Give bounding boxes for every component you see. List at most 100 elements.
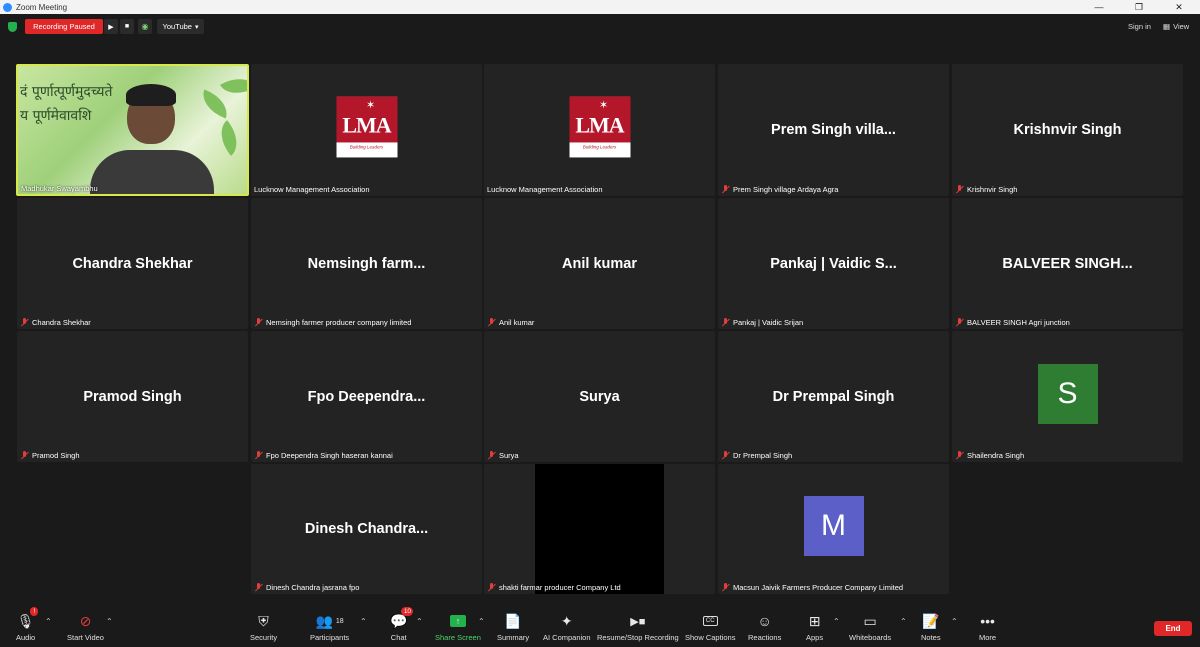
window-titlebar: Zoom Meeting — ❐ ✕ <box>0 0 1200 14</box>
tile-name-label: Pramod Singh <box>20 451 80 460</box>
participant-tile[interactable]: Krishnvir Singh Krishnvir Singh <box>952 64 1183 196</box>
mic-muted-icon <box>487 583 496 592</box>
ai-companion-button[interactable]: ✦ AI Companion <box>543 611 591 643</box>
participant-display-name: Dinesh Chandra... <box>304 521 429 537</box>
apps-icon: ⊞ <box>808 612 821 629</box>
avatar-initial: S <box>1057 376 1078 410</box>
chat-options-chevron-icon[interactable]: ⌃ <box>416 617 423 626</box>
stop-icon: ■ <box>124 23 130 30</box>
whiteboards-button[interactable]: ▭ Whiteboards <box>849 611 891 643</box>
recording-controls-icon: ▶■ <box>630 615 646 628</box>
security-button[interactable]: ⛨ Security <box>250 611 277 643</box>
youtube-stream-button[interactable]: YouTube ▾ <box>157 19 204 34</box>
participant-tile[interactable]: shakti farmar producer Company Ltd <box>484 464 715 594</box>
participant-avatar: S <box>1037 363 1098 424</box>
tile-name-label: Fpo Deependra Singh haseran kannai <box>254 451 393 460</box>
leaf-decoration <box>220 69 247 103</box>
youtube-label: YouTube <box>162 22 192 31</box>
end-meeting-button[interactable]: End <box>1154 621 1192 636</box>
share-screen-button[interactable]: ↑ Share Screen <box>435 611 481 642</box>
participant-tile[interactable]: ✶ LMA Building Leaders Lucknow Managemen… <box>251 64 482 196</box>
tile-name-label: Surya <box>487 451 519 460</box>
participant-tile[interactable]: Dinesh Chandra... Dinesh Chandra jasrana… <box>251 464 482 594</box>
stop-recording-button[interactable]: ■ <box>120 19 134 34</box>
video-options-chevron-icon[interactable]: ⌃ <box>106 617 113 626</box>
mic-muted-icon <box>721 583 730 592</box>
minimize-icon[interactable]: — <box>1082 0 1116 14</box>
tile-name-label: Madhukar Swayambhu <box>21 184 98 193</box>
participant-tile[interactable]: Chandra Shekhar Chandra Shekhar <box>17 198 248 329</box>
tile-name-label: shakti farmar producer Company Ltd <box>487 583 621 592</box>
participant-tile[interactable]: M Macsun Jaivik Farmers Producer Company… <box>718 464 949 594</box>
participant-tile[interactable]: S Shailendra Singh <box>952 331 1183 462</box>
tile-name-label: BALVEER SINGH Agri junction <box>955 318 1070 327</box>
audio-options-chevron-icon[interactable]: ⌃ <box>45 617 52 626</box>
participant-display-name: Nemsingh farm... <box>307 255 426 272</box>
participant-tile[interactable]: Surya Surya <box>484 331 715 462</box>
view-button[interactable]: ▦ View <box>1163 22 1189 31</box>
participant-avatar: M <box>803 496 864 556</box>
livestream-icon: ◉ <box>141 22 149 31</box>
participant-tile[interactable]: Pramod Singh Pramod Singh <box>17 331 248 462</box>
livestream-button[interactable]: ◉ <box>138 19 152 34</box>
sparkle-icon: ✦ <box>560 612 573 629</box>
participant-tile[interactable]: Pankaj | Vaidic S... Pankaj | Vaidic Sri… <box>718 198 949 329</box>
chat-button[interactable]: 💬 10 Chat <box>390 607 414 642</box>
video-overlay-text-line2: य पूर्णमेवावशि <box>20 108 92 124</box>
tile-name-label: Pankaj | Vaidic Srijan <box>721 318 803 327</box>
mic-muted-icon <box>955 185 964 194</box>
participants-button[interactable]: 👥 18 Participants <box>310 611 349 643</box>
recording-status-pill[interactable]: Recording Paused <box>25 19 103 34</box>
active-speaker-video-tile[interactable]: दं पूर्णात्पूर्णमुदच्यते य पूर्णमेवावशि … <box>16 64 249 196</box>
summary-icon: 📄 <box>504 612 522 629</box>
participant-tile[interactable]: Nemsingh farm... Nemsingh farmer produce… <box>251 198 482 329</box>
sign-in-link[interactable]: Sign in <box>1128 22 1151 31</box>
close-icon[interactable]: ✕ <box>1162 0 1196 14</box>
participant-tile[interactable]: Fpo Deependra... Fpo Deependra Singh has… <box>251 331 482 462</box>
reactions-icon: ☺ <box>757 613 772 629</box>
tile-name-label: Shailendra Singh <box>955 451 1024 460</box>
participant-tile[interactable]: Anil kumar Anil kumar <box>484 198 715 329</box>
whiteboard-icon: ▭ <box>863 612 877 629</box>
recording-status-text: Recording Paused <box>33 22 95 31</box>
participant-display-name: Krishnvir Singh <box>1013 122 1122 138</box>
participant-display-name: Dr Prempal Singh <box>772 388 895 405</box>
participant-tile[interactable]: Prem Singh villa... Prem Singh village A… <box>718 64 949 196</box>
share-options-chevron-icon[interactable]: ⌃ <box>478 617 485 626</box>
summary-button[interactable]: 📄 Summary <box>497 611 529 643</box>
mic-muted-icon <box>721 185 730 194</box>
resume-recording-button[interactable]: ▶ <box>104 19 118 34</box>
view-label: View <box>1173 22 1190 31</box>
maximize-icon[interactable]: ❐ <box>1122 0 1156 14</box>
apps-button[interactable]: ⊞ Apps <box>806 611 823 643</box>
tile-name-label: Macsun Jaivik Farmers Producer Company L… <box>721 583 903 592</box>
audio-button[interactable]: 🎙! Audio <box>16 607 39 642</box>
mic-muted-icon <box>20 318 29 327</box>
apps-options-chevron-icon[interactable]: ⌃ <box>833 617 840 626</box>
participants-count: 18 <box>335 617 344 625</box>
whiteboard-options-chevron-icon[interactable]: ⌃ <box>900 617 907 626</box>
show-captions-button[interactable]: CC Show Captions <box>685 611 735 642</box>
encryption-shield-icon[interactable] <box>8 22 17 32</box>
leaf-decoration <box>211 120 247 156</box>
leaf-decoration <box>197 89 233 119</box>
resume-stop-recording-button[interactable]: ▶■ Resume/Stop Recording <box>597 611 679 643</box>
tile-name-label: Nemsingh farmer producer company limited <box>254 318 411 327</box>
notes-options-chevron-icon[interactable]: ⌃ <box>951 617 958 626</box>
participant-tile[interactable]: ✶ LMA Building Leaders Lucknow Managemen… <box>484 64 715 196</box>
participant-tile[interactable]: BALVEER SINGH... BALVEER SINGH Agri junc… <box>952 198 1183 329</box>
more-dots-icon: ••• <box>980 613 995 629</box>
participant-hair <box>126 84 176 106</box>
participants-options-chevron-icon[interactable]: ⌃ <box>360 617 367 626</box>
notes-button[interactable]: 📝 Notes <box>921 611 941 643</box>
mic-muted-icon <box>20 451 29 460</box>
mic-muted-icon <box>955 451 964 460</box>
mic-muted-icon: 🎙! <box>17 607 39 631</box>
participant-tile[interactable]: Dr Prempal Singh Dr Prempal Singh <box>718 331 949 462</box>
shield-icon: ⛨ <box>258 612 269 629</box>
more-button[interactable]: ••• More <box>979 611 996 642</box>
start-video-button[interactable]: ⊘ Start Video <box>67 611 104 643</box>
mic-muted-icon <box>487 318 496 327</box>
mic-muted-icon <box>254 451 263 460</box>
reactions-button[interactable]: ☺ Reactions <box>748 611 781 642</box>
